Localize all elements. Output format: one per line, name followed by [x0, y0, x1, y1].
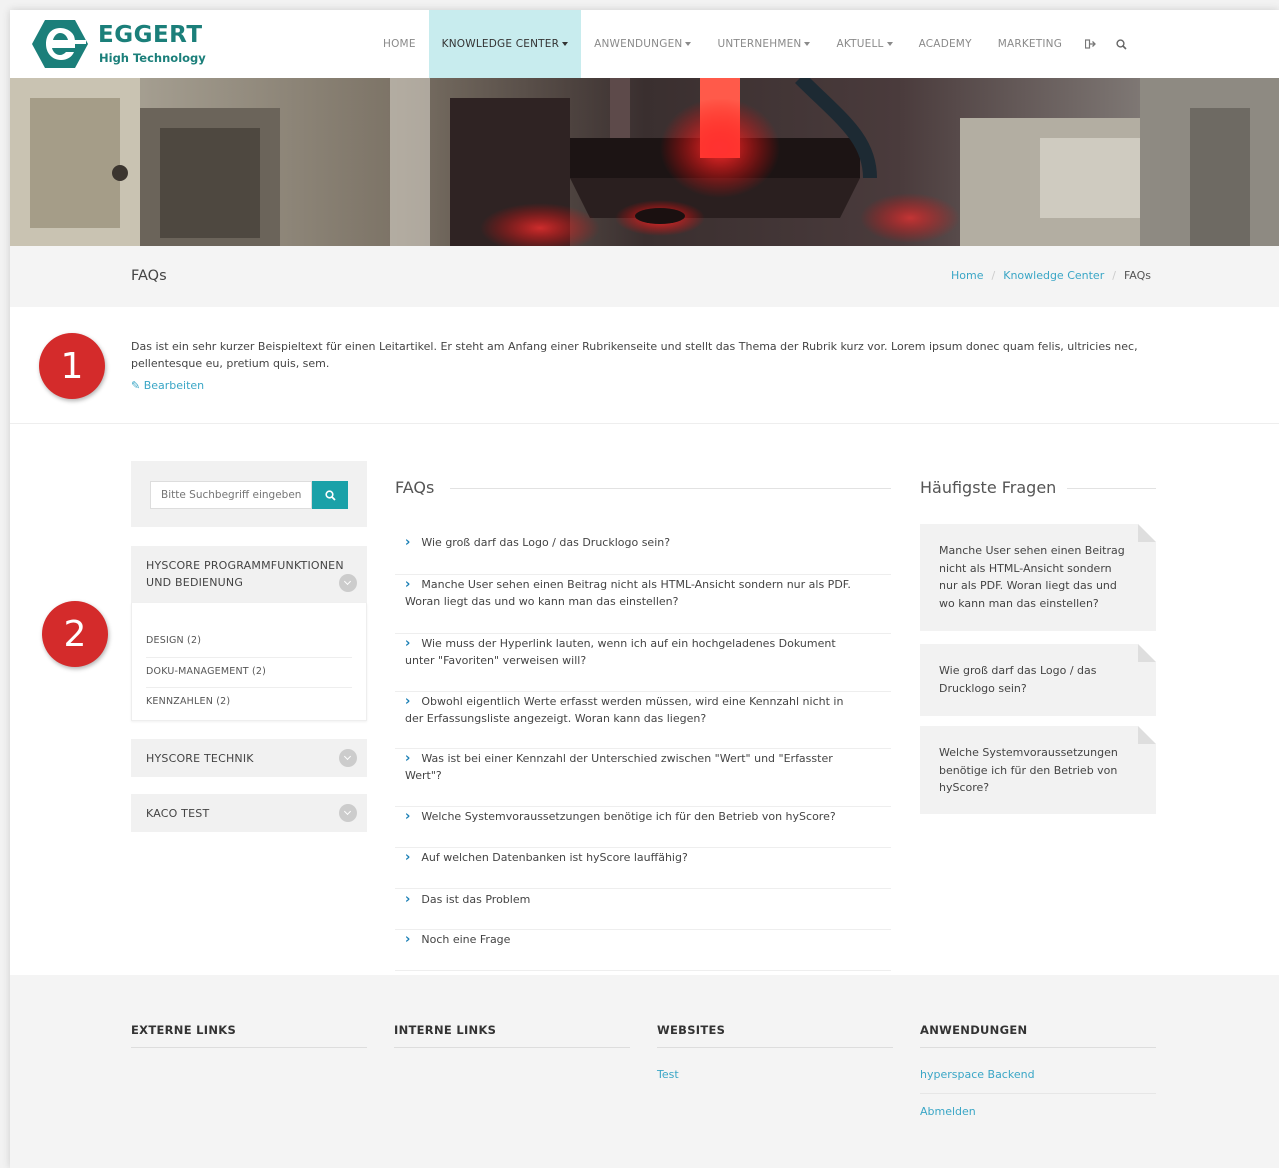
top-question-card[interactable]: Wie groß darf das Logo / das Drucklogo s… — [920, 644, 1156, 716]
category-hyscore-programmfunktionen[interactable]: HYSCORE PROGRAMMFUNKTIONEN UND BEDIENUNG — [131, 546, 367, 603]
edit-label: Bearbeiten — [143, 379, 205, 392]
faq-item[interactable]: › Welche Systemvoraussetzungen benötige i… — [395, 807, 891, 848]
faq-item[interactable]: › Wie groß darf das Logo / das Drucklogo … — [395, 534, 891, 575]
faq-item[interactable]: › Das ist das Problem — [395, 889, 891, 930]
caret-down-icon — [562, 42, 569, 46]
top-questions-heading: Häufigste Fragen — [920, 478, 1057, 497]
nav-marketing[interactable]: MARKETING — [985, 10, 1075, 78]
divider — [146, 687, 352, 688]
faq-item[interactable]: › Was ist bei einer Kennzahl der Untersch… — [395, 749, 891, 807]
chevron-down-icon[interactable] — [339, 804, 357, 822]
eggert-logo-icon — [32, 20, 88, 68]
nav-unternehmen[interactable]: UNTERNEHMEN — [704, 10, 823, 78]
search-icon[interactable] — [1106, 10, 1137, 78]
chevron-right-icon: › — [405, 809, 411, 824]
footer-title-anwendungen: ANWENDUNGEN — [920, 1023, 1028, 1037]
divider — [146, 657, 352, 658]
category-hyscore-technik[interactable]: HYSCORE TECHNIK — [131, 739, 367, 777]
sign-out-icon[interactable] — [1075, 10, 1106, 78]
top-question-card[interactable]: Manche User sehen einen Beitrag nicht al… — [920, 524, 1156, 631]
faq-search-box — [131, 461, 367, 527]
faq-item[interactable]: › Auf welchen Datenbanken ist hyScore lau… — [395, 848, 891, 889]
site-footer: EXTERNE LINKS INTERNE LINKS WEBSITES Tes… — [10, 975, 1279, 1168]
caret-down-icon — [886, 42, 893, 46]
breadcrumb-separator: / — [991, 269, 996, 282]
category-header[interactable]: KACO TEST — [131, 794, 367, 832]
chevron-right-icon: › — [405, 892, 411, 907]
heading-divider — [1067, 488, 1156, 489]
search-input[interactable] — [150, 481, 312, 509]
chevron-right-icon: › — [405, 535, 411, 550]
nav-knowledge-center[interactable]: KNOWLEDGE CENTER — [428, 10, 582, 78]
intro-section: Das ist ein sehr kurzer Beispieltext für… — [10, 307, 1279, 424]
divider — [131, 1047, 367, 1048]
category-header[interactable]: HYSCORE PROGRAMMFUNKTIONEN UND BEDIENUNG — [131, 546, 367, 603]
hero-image — [10, 78, 1279, 246]
caret-down-icon — [685, 42, 692, 46]
breadcrumb-separator: / — [1112, 269, 1116, 282]
nav-anwendungen[interactable]: ANWENDUNGEN — [581, 10, 704, 78]
heading-divider — [450, 488, 891, 489]
footer-link-abmelden[interactable]: Abmelden — [920, 1105, 976, 1118]
nav-academy[interactable]: ACADEMY — [906, 10, 985, 78]
nav-aktuell[interactable]: AKTUELL — [823, 10, 905, 78]
brand-tagline: High Technology — [99, 51, 206, 65]
main-nav: HOME KNOWLEDGE CENTER ANWENDUNGEN UNTERN… — [370, 10, 1137, 78]
chevron-right-icon: › — [405, 850, 411, 865]
chevron-right-icon: › — [405, 636, 411, 651]
chevron-down-icon[interactable] — [339, 749, 357, 767]
chevron-right-icon: › — [405, 577, 411, 592]
faqs-heading: FAQs — [395, 478, 435, 497]
brand-name: EGGERT — [98, 22, 203, 48]
faq-item[interactable]: › Obwohl eigentlich Werte erfasst werden … — [395, 692, 891, 749]
category-item-kennzahlen[interactable]: KENNZAHLEN (2) — [146, 696, 352, 707]
footer-link-hyperspace-backend[interactable]: hyperspace Backend — [920, 1068, 1035, 1081]
breadcrumb-knowledge-center[interactable]: Knowledge Center — [1003, 269, 1104, 282]
page: EGGERT High Technology HOME KNOWLEDGE CE… — [10, 10, 1279, 1168]
breadcrumb: Home / Knowledge Center / FAQs — [951, 269, 1151, 282]
category-kaco-test[interactable]: KACO TEST — [131, 794, 367, 832]
search-button[interactable] — [312, 481, 348, 509]
machine-photo — [10, 78, 1279, 246]
caret-down-icon — [804, 42, 811, 46]
site-header: EGGERT High Technology HOME KNOWLEDGE CE… — [10, 10, 1279, 78]
page-title-bar: FAQs Home / Knowledge Center / FAQs — [10, 246, 1279, 307]
annotation-badge-2: 2 — [42, 601, 108, 667]
faq-item[interactable]: › Noch eine Frage — [395, 930, 891, 971]
chevron-right-icon: › — [405, 932, 411, 947]
category-header[interactable]: HYSCORE TECHNIK — [131, 739, 367, 777]
chevron-right-icon: › — [405, 751, 411, 766]
breadcrumb-home[interactable]: Home — [951, 269, 983, 282]
top-question-card[interactable]: Welche Systemvoraussetzungen benötige ic… — [920, 726, 1156, 814]
breadcrumb-current: FAQs — [1123, 269, 1151, 282]
footer-title-externe-links: EXTERNE LINKS — [131, 1023, 237, 1037]
category-item-doku-management[interactable]: DOKU-MANAGEMENT (2) — [146, 666, 352, 677]
edit-icon: ✎ — [131, 379, 141, 392]
divider — [920, 1047, 1156, 1048]
page-title: FAQs — [131, 268, 167, 284]
footer-title-websites: WEBSITES — [657, 1023, 726, 1037]
faq-item[interactable]: › Wie muss der Hyperlink lauten, wenn ich… — [395, 634, 891, 692]
chevron-right-icon: › — [405, 694, 411, 709]
faq-item[interactable]: › Manche User sehen einen Beitrag nicht a… — [395, 575, 891, 634]
footer-link-test[interactable]: Test — [657, 1068, 679, 1081]
category-title: HYSCORE TECHNIK — [146, 752, 254, 765]
chevron-down-icon[interactable] — [339, 574, 357, 592]
category-title: HYSCORE PROGRAMMFUNKTIONEN UND BEDIENUNG — [146, 559, 344, 589]
divider — [920, 1093, 1156, 1094]
footer-title-interne-links: INTERNE LINKS — [394, 1023, 497, 1037]
edit-link[interactable]: ✎ Bearbeiten — [131, 379, 204, 392]
annotation-badge-1: 1 — [39, 333, 105, 399]
category-items: DESIGN (2) DOKU-MANAGEMENT (2) KENNZAHLE… — [131, 603, 367, 721]
intro-text: Das ist ein sehr kurzer Beispieltext für… — [131, 340, 1138, 370]
search-icon — [324, 489, 336, 501]
category-item-design[interactable]: DESIGN (2) — [146, 635, 352, 646]
brand-logo[interactable]: EGGERT High Technology — [30, 18, 210, 70]
divider — [394, 1047, 630, 1048]
category-title: KACO TEST — [146, 807, 210, 820]
divider — [657, 1047, 893, 1048]
nav-home[interactable]: HOME — [370, 10, 429, 78]
